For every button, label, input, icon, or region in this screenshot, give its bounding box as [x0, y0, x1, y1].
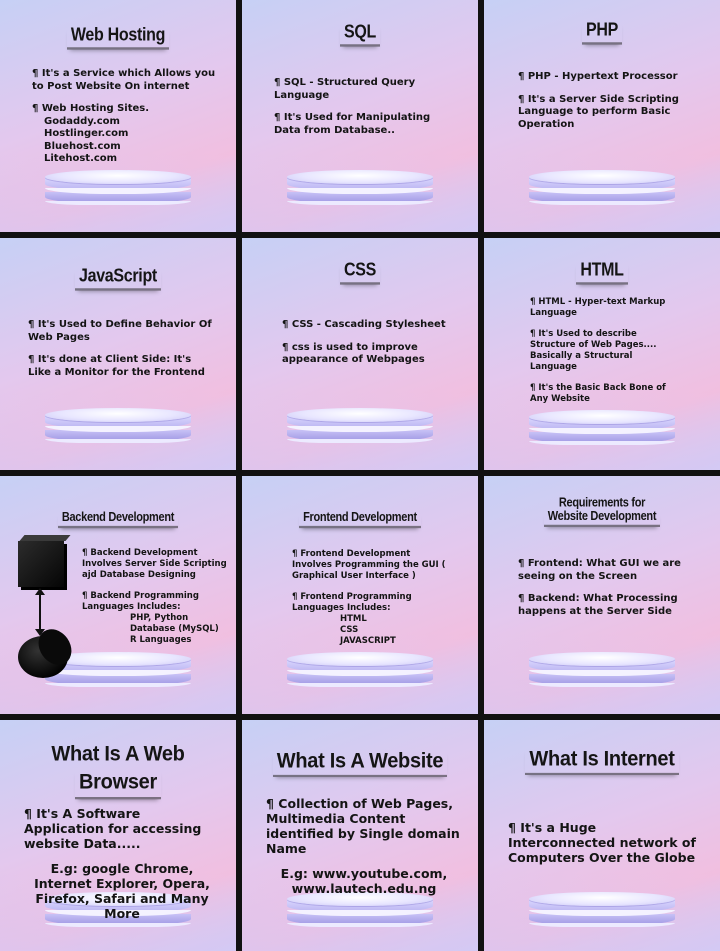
tile-title: JavaScript	[0, 266, 236, 291]
tile-backend-development: Backend Development ¶ Backend Developmen…	[0, 476, 236, 714]
two-way-arrow-icon	[35, 588, 45, 636]
tile-html: HTML ¶ HTML - Hyper-text Markup Language…	[484, 238, 720, 470]
server-cube-icon	[18, 541, 64, 587]
tile-frontend-development: Frontend Development ¶ Frontend Developm…	[242, 476, 478, 714]
tile-text: ¶ PHP - Hypertext Processor ¶ It's a Ser…	[518, 71, 679, 130]
tile-title: What Is A Web Browser	[0, 740, 236, 800]
tile-title: What Is Internet	[484, 747, 720, 776]
tile-requirements: Requirements for Website Development ¶ F…	[484, 476, 720, 714]
tile-php: PHP ¶ PHP - Hypertext Processor ¶ It's a…	[484, 0, 720, 232]
tile-text: ¶ It's Used to Define Behavior Of Web Pa…	[28, 319, 212, 378]
tile-text: ¶ It's a Service which Allows you to Pos…	[32, 68, 216, 164]
tile-title: PHP	[484, 20, 720, 45]
database-cylinder-icon	[18, 636, 68, 678]
tile-website: What Is A Website ¶ Collection of Web Pa…	[242, 720, 478, 951]
tile-text: ¶ Collection of Web Pages, Multimedia Co…	[266, 796, 460, 896]
tile-web-browser: What Is A Web Browser ¶ It's A Software …	[0, 720, 236, 951]
tile-text: ¶ Frontend: What GUI we are seeing on th…	[518, 558, 681, 617]
pedestal	[529, 170, 675, 208]
tile-javascript: JavaScript ¶ It's Used to Define Behavio…	[0, 238, 236, 470]
tile-internet: What Is Internet ¶ It's a Huge Interconn…	[484, 720, 720, 951]
tile-title: CSS	[242, 260, 478, 285]
tile-title: SQL	[242, 22, 478, 47]
tile-title: What Is A Website	[242, 749, 478, 778]
pedestal	[287, 408, 433, 446]
pedestal	[529, 410, 675, 448]
pedestal	[529, 652, 675, 690]
pedestal	[45, 170, 191, 208]
tile-text: ¶ Backend Development Involves Server Si…	[82, 548, 227, 645]
pedestal	[287, 170, 433, 208]
tile-title: Backend Development	[0, 511, 236, 529]
tile-css: CSS ¶ CSS - Cascading Stylesheet ¶ css i…	[242, 238, 478, 470]
tile-sql: SQL ¶ SQL - Structured Query Language ¶ …	[242, 0, 478, 232]
pedestal	[529, 892, 675, 930]
tile-title: Requirements for Website Development	[484, 496, 720, 528]
pedestal	[287, 652, 433, 690]
pedestal	[45, 408, 191, 446]
tile-title: HTML	[484, 260, 720, 285]
tile-text: ¶ SQL - Structured Query Language ¶ It's…	[274, 77, 431, 136]
tile-text: ¶ Frontend Development Involves Programm…	[292, 549, 446, 646]
tile-text: ¶ It's A Software Application for access…	[24, 806, 210, 921]
tile-text: ¶ HTML - Hyper-text Markup Language ¶ It…	[530, 297, 666, 404]
tile-text: ¶ CSS - Cascading Stylesheet ¶ css is us…	[282, 319, 446, 365]
tile-title: Web Hosting	[0, 25, 236, 50]
tile-web-hosting: Web Hosting ¶ It's a Service which Allow…	[0, 0, 236, 232]
tile-text: ¶ It's a Huge Interconnected network of …	[508, 820, 696, 865]
infographic-grid: Web Hosting ¶ It's a Service which Allow…	[0, 0, 720, 951]
tile-title: Frontend Development	[242, 511, 478, 529]
